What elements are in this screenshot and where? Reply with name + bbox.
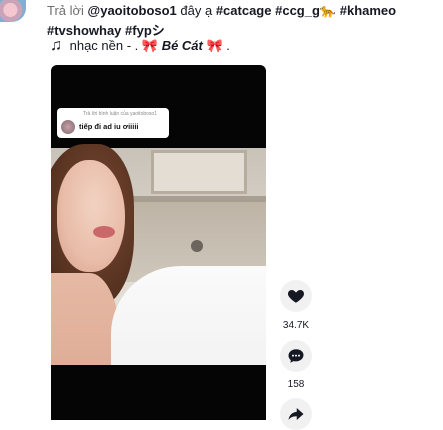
cabinet-knob [191,240,203,252]
caption-text: đây ạ [176,3,216,18]
lips [93,226,115,238]
comment-icon [288,349,304,363]
music-link[interactable]: ♫ nhạc nền - . 🎀 Bé Cát 🎀 . [50,37,230,55]
hashtag-tvshowhay[interactable]: #tvshowhay [47,23,121,38]
hashtag-fyp[interactable]: #fypシ [125,23,165,38]
leopard-emoji: 🐆 [319,3,337,18]
commenter-avatar [61,120,75,134]
music-end: . [222,38,230,53]
comment-button[interactable] [280,340,312,372]
face [57,160,125,272]
share-button[interactable] [280,398,312,430]
share-arrow-icon [288,408,304,420]
music-note-icon: ♫ [50,37,62,54]
hashtag-khameo[interactable]: #khameo [340,3,396,18]
reply-comment-text: tiếp đi ad iu ơiiiii [79,122,139,131]
music-author: Bé Cát [158,38,207,53]
wall-picture [151,150,247,194]
author-avatar[interactable] [0,0,26,22]
heart-icon [288,290,304,303]
reply-comment-sticker: Trả lời bình luận của yaoitoboso1 tiếp đ… [57,108,169,138]
reply-prefix: Trả lời [47,3,88,18]
video-caption: Trả lời @yaoitoboso1 đây ạ #catcage #ccg… [47,0,437,40]
like-count: 34.7K [282,320,310,331]
reply-user-link[interactable]: @yaoitoboso1 [88,3,177,18]
hashtag-ccg-g[interactable]: #ccg_g [275,3,320,18]
comment-count: 158 [287,379,305,390]
hashtag-catcage[interactable]: #catcage [216,3,272,18]
like-button[interactable] [280,280,312,312]
music-text: nhạc nền - . [66,38,142,53]
ribbon-emoji: 🎀 [141,38,159,53]
video-player[interactable]: Trả lời bình luận của yaoitoboso1 tiếp đ… [51,65,266,420]
reply-comment-title: Trả lời bình luận của yaoitoboso1 [83,111,157,117]
video-letterbox [51,365,266,420]
ribbon-emoji-2: 🎀 [206,38,223,53]
